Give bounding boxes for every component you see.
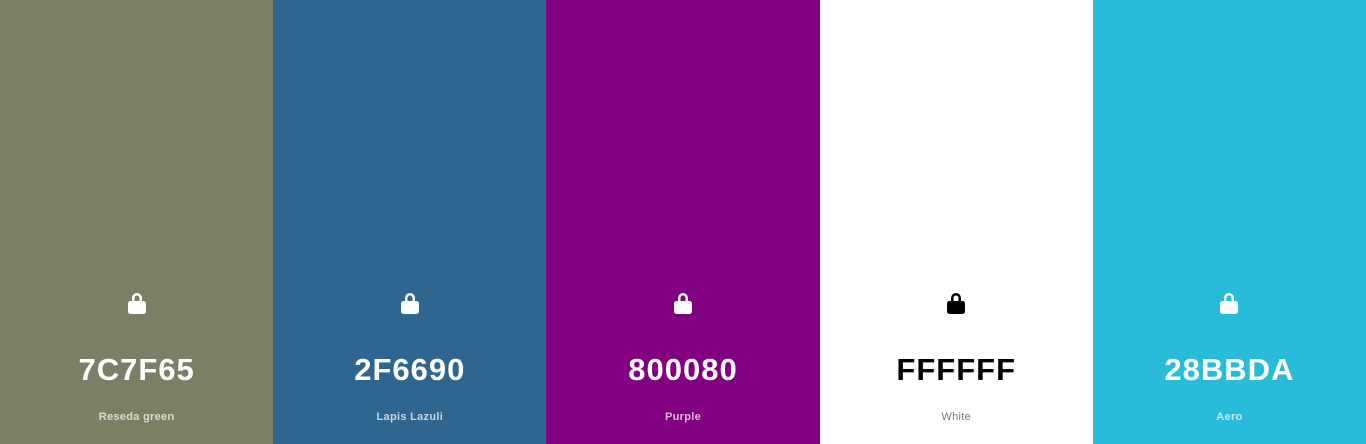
- swatch-aero[interactable]: 28BBDA Aero: [1092, 0, 1366, 444]
- lock-icon[interactable]: [1218, 291, 1240, 315]
- color-name: Lapis Lazuli: [376, 411, 444, 423]
- hex-code[interactable]: 2F6690: [273, 352, 546, 388]
- swatch-white[interactable]: FFFFFF White: [819, 0, 1093, 444]
- hex-code[interactable]: 28BBDA: [1093, 352, 1366, 388]
- color-palette: 7C7F65 Reseda green 2F6690 Lapis Lazuli …: [0, 0, 1366, 444]
- lock-icon[interactable]: [126, 291, 148, 315]
- swatch-reseda-green[interactable]: 7C7F65 Reseda green: [0, 0, 274, 444]
- color-name: Purple: [664, 411, 702, 423]
- hex-code[interactable]: 7C7F65: [0, 352, 273, 388]
- swatch-lapis-lazuli[interactable]: 2F6690 Lapis Lazuli: [273, 0, 547, 444]
- color-name: Reseda green: [98, 411, 175, 423]
- hex-code[interactable]: 800080: [546, 352, 819, 388]
- lock-icon[interactable]: [672, 291, 694, 315]
- color-name: Aero: [1216, 411, 1243, 423]
- color-name: White: [941, 411, 972, 423]
- lock-icon[interactable]: [399, 291, 421, 315]
- hex-code[interactable]: FFFFFF: [820, 352, 1093, 388]
- swatch-purple[interactable]: 800080 Purple: [546, 0, 820, 444]
- lock-icon[interactable]: [945, 291, 967, 315]
